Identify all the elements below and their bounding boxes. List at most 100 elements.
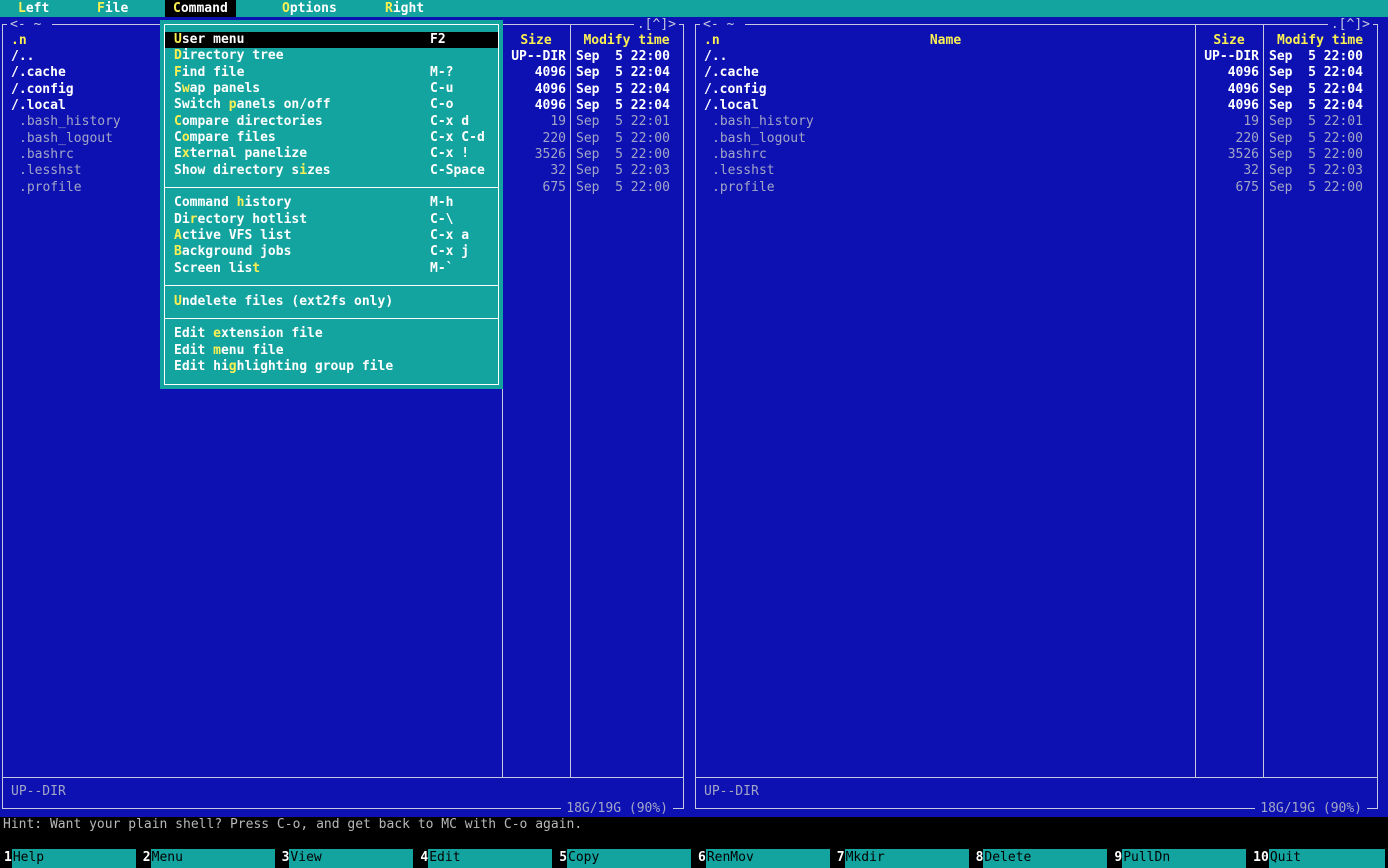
menu-item-compare-files[interactable]: Compare filesC-x C-d bbox=[165, 130, 498, 146]
menu-item-screen-list[interactable]: Screen listM-` bbox=[165, 261, 498, 277]
file-row-cache[interactable]: /.cache4096Sep 5 22:04 bbox=[696, 65, 1377, 81]
menubar-item-left[interactable]: Left bbox=[10, 0, 57, 17]
menubar-item-command[interactable]: Command bbox=[165, 0, 236, 17]
fkey-label: Quit bbox=[1269, 849, 1385, 868]
panel-path-right[interactable]: <- ~ bbox=[700, 16, 745, 33]
menu-item-find-file[interactable]: Find fileM-? bbox=[165, 65, 498, 81]
fkey-label: Delete bbox=[983, 849, 1107, 868]
file-name: /.cache bbox=[11, 65, 66, 81]
label-part: anels on/off bbox=[237, 97, 331, 112]
file-size: UP--DIR bbox=[1196, 49, 1259, 65]
menu-item-active-vfs-list[interactable]: Active VFS listC-x a bbox=[165, 228, 498, 244]
menu-item-swap-panels[interactable]: Swap panelsC-u bbox=[165, 81, 498, 97]
column-header-mtime[interactable]: Modify time bbox=[570, 33, 683, 49]
fkey-number: 6 bbox=[694, 849, 706, 868]
menu-item-directory-tree[interactable]: Directory tree bbox=[165, 48, 498, 64]
label-part: ackground jobs bbox=[182, 244, 292, 259]
file-mtime: Sep 5 22:01 bbox=[576, 114, 670, 130]
menu-item-user-menu[interactable]: User menuF2 bbox=[165, 32, 498, 48]
panel-path-left[interactable]: <- ~ bbox=[7, 16, 52, 33]
fkey-button-delete[interactable]: 8Delete bbox=[972, 849, 1111, 868]
label-part: i bbox=[299, 163, 307, 178]
fkey-button-menu[interactable]: 2Menu bbox=[139, 849, 278, 868]
fkey-button-copy[interactable]: 5Copy bbox=[555, 849, 694, 868]
fkey-label: Help bbox=[12, 849, 136, 868]
fkey-button-help[interactable]: 1Help bbox=[0, 849, 139, 868]
label-part: A bbox=[174, 228, 182, 243]
file-name: .profile bbox=[712, 180, 775, 196]
menu-item-switch-panels-on-off[interactable]: Switch panels on/offC-o bbox=[165, 97, 498, 113]
label-part: ompare directories bbox=[182, 114, 323, 129]
label-part: ommand bbox=[181, 1, 228, 16]
menu-item-directory-hotlist[interactable]: Directory hotlistC-\ bbox=[165, 212, 498, 228]
file-row-bashrc[interactable]: .bashrc3526Sep 5 22:00 bbox=[696, 147, 1377, 163]
file-mtime: Sep 5 22:00 bbox=[576, 131, 670, 147]
file-row-[interactable]: /..UP--DIRSep 5 22:00 bbox=[696, 49, 1377, 65]
file-row-local[interactable]: /.local4096Sep 5 22:04 bbox=[696, 98, 1377, 114]
menu-item-edit-extension-file[interactable]: Edit extension file bbox=[165, 326, 498, 342]
fkey-number: 7 bbox=[833, 849, 845, 868]
file-row-bash-logout[interactable]: .bash_logout220Sep 5 22:00 bbox=[696, 131, 1377, 147]
menu-bar: Left File Command Options Right bbox=[0, 0, 1388, 17]
fkey-number: 3 bbox=[278, 849, 290, 868]
fkey-label: Menu bbox=[151, 849, 275, 868]
file-mtime: Sep 5 22:00 bbox=[1269, 49, 1363, 65]
fkey-number: 2 bbox=[139, 849, 151, 868]
file-size: 32 bbox=[503, 163, 566, 179]
label-part: x bbox=[182, 146, 190, 161]
file-name: .bash_logout bbox=[712, 131, 806, 147]
panel-corner-buttons-left[interactable]: .[^]> bbox=[634, 16, 679, 33]
fkey-button-view[interactable]: 3View bbox=[278, 849, 417, 868]
file-name: .bash_logout bbox=[19, 131, 113, 147]
menu-shortcut: C-x d bbox=[430, 114, 469, 130]
menu-item-background-jobs[interactable]: Background jobsC-x j bbox=[165, 244, 498, 260]
fkey-button-edit[interactable]: 4Edit bbox=[416, 849, 555, 868]
menu-item-external-panelize[interactable]: External panelizeC-x ! bbox=[165, 146, 498, 162]
menu-item-undelete-files-ext2fs-only[interactable]: Undelete files (ext2fs only) bbox=[165, 294, 498, 310]
label-part: U bbox=[174, 294, 182, 309]
fkey-button-mkdir[interactable]: 7Mkdir bbox=[833, 849, 972, 868]
label-part: hlighting group file bbox=[237, 359, 394, 374]
file-size: 4096 bbox=[1196, 82, 1259, 98]
fkey-label: Edit bbox=[428, 849, 552, 868]
menubar-item-right[interactable]: Right bbox=[377, 0, 432, 17]
menubar-item-file[interactable]: File bbox=[89, 0, 136, 17]
menu-item-edit-menu-file[interactable]: Edit menu file bbox=[165, 343, 498, 359]
file-mtime: Sep 5 22:04 bbox=[576, 82, 670, 98]
menubar-item-options[interactable]: Options bbox=[274, 0, 345, 17]
fkey-button-renmov[interactable]: 6RenMov bbox=[694, 849, 833, 868]
file-row-lesshst[interactable]: .lesshst32Sep 5 22:03 bbox=[696, 163, 1377, 179]
fkey-number: 9 bbox=[1110, 849, 1122, 868]
panel-corner-buttons-right[interactable]: .[^]> bbox=[1328, 16, 1373, 33]
file-name: .bashrc bbox=[712, 147, 767, 163]
file-name: .bashrc bbox=[19, 147, 74, 163]
column-header-name[interactable]: Name bbox=[696, 33, 1195, 49]
file-row-config[interactable]: /.config4096Sep 5 22:04 bbox=[696, 82, 1377, 98]
label-part: Switch bbox=[174, 97, 229, 112]
label-part: R bbox=[385, 1, 393, 16]
label-part: g bbox=[229, 359, 237, 374]
menu-item-show-directory-sizes[interactable]: Show directory sizesC-Space bbox=[165, 163, 498, 179]
menu-item-list: User menuF2Directory treeFind fileM-?Swa… bbox=[165, 32, 498, 375]
label-part: mpare files bbox=[190, 130, 276, 145]
label-part: C bbox=[173, 1, 181, 16]
shell-prompt[interactable]: midnight@commander:~$ bbox=[0, 833, 1388, 849]
label-part: ndelete files (ext2fs only) bbox=[182, 294, 393, 309]
menu-item-edit-highlighting-group-file[interactable]: Edit highlighting group file bbox=[165, 359, 498, 375]
menu-shortcut: C-x j bbox=[430, 244, 469, 260]
column-header-size[interactable]: Size bbox=[502, 33, 570, 49]
menu-item-compare-directories[interactable]: Compare directoriesC-x d bbox=[165, 114, 498, 130]
file-name: .bash_history bbox=[712, 114, 814, 130]
label-part: U bbox=[174, 32, 182, 47]
label-part: ternal panelize bbox=[190, 146, 307, 161]
column-header-mtime[interactable]: Modify time bbox=[1263, 33, 1377, 49]
file-row-bash-history[interactable]: .bash_history19Sep 5 22:01 bbox=[696, 114, 1377, 130]
label-part: o bbox=[182, 130, 190, 145]
fkey-button-pulldn[interactable]: 9PullDn bbox=[1110, 849, 1249, 868]
column-header-size[interactable]: Size bbox=[1195, 33, 1263, 49]
fkey-button-quit[interactable]: 10Quit bbox=[1249, 849, 1388, 868]
label-part: Edit bbox=[174, 343, 213, 358]
label-part: L bbox=[18, 1, 26, 16]
file-row-profile[interactable]: .profile675Sep 5 22:00 bbox=[696, 180, 1377, 196]
menu-item-command-history[interactable]: Command historyM-h bbox=[165, 195, 498, 211]
